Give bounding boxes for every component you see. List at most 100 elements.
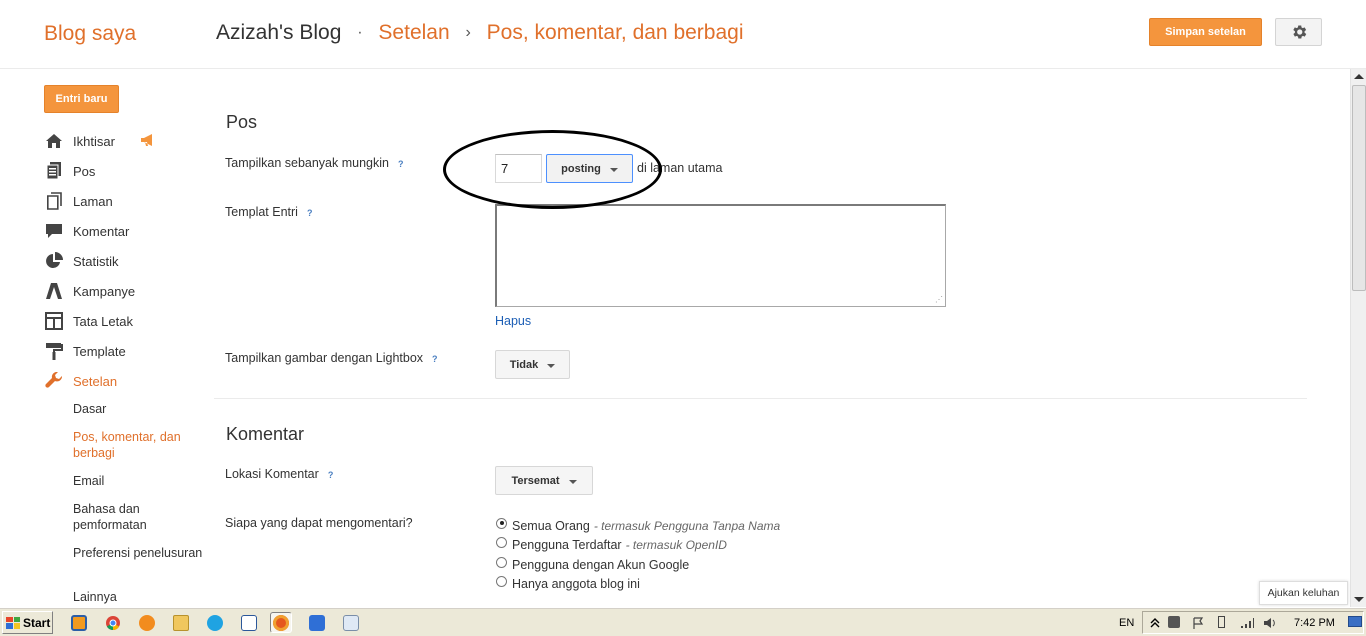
chevron-down-icon [568, 479, 577, 484]
radio-button[interactable] [496, 575, 507, 587]
delete-template-link[interactable]: Hapus [495, 314, 531, 328]
firefox-quicklaunch-icon[interactable] [136, 612, 158, 633]
word-icon[interactable] [238, 612, 260, 633]
settings-sub-other[interactable]: Lainnya [73, 589, 203, 605]
windows-taskbar: Start EN 7:42 PM [0, 607, 1366, 636]
sidebar-item-label: Laman [73, 193, 113, 209]
chevron-down-icon [547, 363, 556, 368]
notepad-icon[interactable] [340, 612, 362, 633]
breadcrumb: Azizah's Blog · Setelan › Pos, komentar,… [216, 21, 744, 45]
radio-button[interactable] [496, 556, 507, 568]
sidebar-item-campaigns[interactable]: Kampanye [44, 276, 204, 306]
chrome-icon[interactable] [102, 612, 124, 633]
settings-sub-posts-comments[interactable]: Pos, komentar, dan berbagi [73, 429, 203, 461]
sidebar-item-label: Tata Letak [73, 313, 133, 329]
sidebar-item-label: Template [73, 343, 126, 359]
help-icon[interactable]: ? [398, 159, 404, 169]
sidebar-item-stats[interactable]: Statistik [44, 246, 204, 276]
sidebar-item-label: Pos [73, 163, 96, 179]
breadcrumb-current-page: Pos, komentar, dan berbagi [486, 21, 744, 44]
radio-button[interactable] [496, 517, 507, 529]
sidebar-item-label: Statistik [73, 253, 119, 269]
skype-icon[interactable] [204, 612, 226, 633]
language-indicator[interactable]: EN [1119, 617, 1134, 629]
save-settings-button[interactable]: Simpan setelan [1149, 18, 1262, 46]
help-icon[interactable]: ? [307, 208, 313, 218]
radio-option-registered[interactable]: Pengguna Terdaftar - termasuk OpenID [496, 536, 727, 552]
firefox-task-button[interactable] [270, 612, 292, 633]
posts-icon [44, 162, 64, 180]
vertical-scrollbar[interactable] [1350, 69, 1366, 607]
chevron-down-icon [609, 167, 618, 172]
post-template-textarea[interactable]: ⋰ [495, 204, 946, 307]
help-icon[interactable]: ? [328, 470, 334, 480]
settings-gear-button[interactable] [1275, 18, 1322, 46]
settings-sub-search-preferences[interactable]: Preferensi penelusuran [73, 545, 203, 561]
radio-option-anyone[interactable]: Semua Orang - termasuk Pengguna Tanpa Nam… [496, 517, 781, 533]
post-template-text: Templat Entri [225, 205, 298, 219]
scroll-down-arrow-icon[interactable] [1354, 597, 1364, 602]
tray-expand-icon[interactable] [1150, 616, 1162, 628]
radio-option-google-account[interactable]: Pengguna dengan Akun Google [496, 556, 689, 572]
scroll-up-arrow-icon[interactable] [1354, 74, 1364, 79]
sidebar-item-settings[interactable]: Setelan [44, 366, 204, 396]
resize-grip-icon[interactable]: ⋰ [935, 296, 943, 304]
breadcrumb-blog-name[interactable]: Azizah's Blog [216, 21, 341, 44]
comment-location-value: Tersemat [511, 474, 560, 487]
lightbox-value: Tidak [509, 358, 539, 371]
action-center-flag-icon[interactable] [1192, 616, 1204, 629]
system-clock[interactable]: 7:42 PM [1294, 617, 1335, 629]
sidebar-item-label: Kampanye [73, 283, 136, 299]
lightbox-text: Tampilkan gambar dengan Lightbox [225, 351, 424, 365]
start-button[interactable]: Start [2, 611, 53, 634]
layout-icon [44, 312, 64, 330]
lightbox-dropdown[interactable]: Tidak [495, 350, 570, 379]
sidebar-nav: Ikhtisar Pos Laman Komentar Statistik Ka… [44, 126, 204, 396]
comment-location-dropdown[interactable]: Tersemat [495, 466, 593, 495]
sidebar-item-label: Ikhtisar [73, 133, 115, 149]
settings-sub-email[interactable]: Email [73, 473, 203, 489]
stats-icon [44, 252, 64, 270]
pages-icon [44, 192, 64, 210]
media-player-icon[interactable] [68, 612, 90, 633]
comment-location-text: Lokasi Komentar [225, 467, 319, 481]
radio-hint: - termasuk Pengguna Tanpa Nama [593, 519, 781, 533]
radio-label: Hanya anggota blog ini [512, 577, 640, 591]
post-unit-dropdown[interactable]: posting [546, 154, 633, 183]
radio-label: Semua Orang [512, 519, 590, 533]
post-count-input[interactable]: 7 [495, 154, 542, 183]
folder-icon[interactable] [170, 612, 192, 633]
breadcrumb-settings[interactable]: Setelan [378, 21, 449, 44]
sidebar-item-pages[interactable]: Laman [44, 186, 204, 216]
sidebar-item-layout[interactable]: Tata Letak [44, 306, 204, 336]
sidebar-item-comments[interactable]: Komentar [44, 216, 204, 246]
radio-button[interactable] [496, 536, 507, 548]
section-divider [214, 398, 1307, 399]
post-unit-value: posting [561, 162, 601, 175]
send-feedback-button[interactable]: Ajukan keluhan [1259, 581, 1348, 605]
lightbox-label: Tampilkan gambar dengan Lightbox? [225, 351, 438, 365]
paint-roller-icon [44, 342, 64, 360]
settings-sub-language[interactable]: Bahasa dan pemformatan [73, 501, 203, 533]
battery-icon[interactable] [1216, 616, 1228, 628]
my-blogs-link[interactable]: Blog saya [44, 22, 136, 46]
scrollbar-thumb[interactable] [1352, 85, 1366, 291]
radio-option-members-only[interactable]: Hanya anggota blog ini [496, 575, 640, 591]
settings-sub-basic[interactable]: Dasar [73, 401, 203, 417]
new-post-button[interactable]: Entri baru [44, 85, 119, 113]
show-count-text: Tampilkan sebanyak mungkin [225, 156, 389, 170]
signal-icon[interactable] [1240, 616, 1254, 628]
network-tray-icon[interactable] [1168, 616, 1180, 628]
volume-icon[interactable] [1263, 616, 1275, 628]
help-icon[interactable]: ? [432, 354, 438, 364]
breadcrumb-arrow: › [465, 24, 471, 41]
start-label: Start [23, 615, 51, 630]
sidebar-item-template[interactable]: Template [44, 336, 204, 366]
sidebar-item-overview[interactable]: Ikhtisar [44, 126, 204, 156]
show-count-label: Tampilkan sebanyak mungkin? [225, 156, 403, 170]
sidebar-item-posts[interactable]: Pos [44, 156, 204, 186]
megaphone-icon[interactable] [140, 134, 156, 149]
shortcut-arrow-icon[interactable] [306, 612, 328, 633]
comments-section-title: Komentar [226, 424, 305, 444]
show-desktop-icon[interactable] [1348, 616, 1362, 628]
